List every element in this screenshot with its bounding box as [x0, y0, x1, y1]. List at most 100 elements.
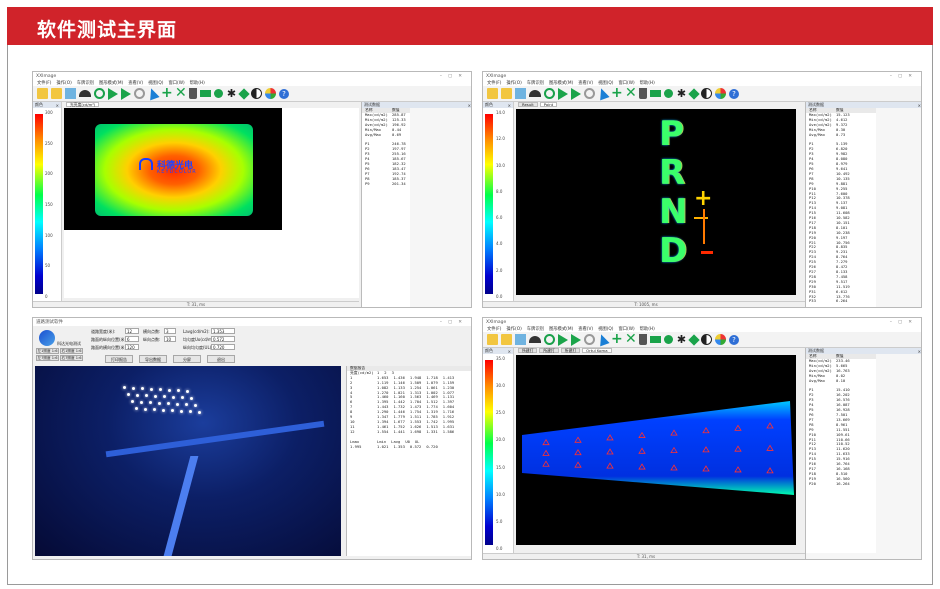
menu-item[interactable]: 查看(V) — [128, 80, 143, 86]
play-icon[interactable] — [558, 87, 568, 100]
menu-item[interactable]: 文件(F) — [487, 80, 501, 86]
menu-item[interactable]: 查看(V) — [578, 326, 593, 332]
menu-item[interactable]: 图形模式(M) — [99, 80, 123, 86]
menu-item[interactable]: 车牌识别 — [527, 80, 544, 86]
view-button[interactable]: 左1照度 1:6 — [36, 348, 59, 354]
menu-item[interactable]: 车牌识别 — [77, 80, 94, 86]
dot-icon[interactable] — [664, 335, 673, 344]
menu-item[interactable]: 图形模式(M) — [549, 326, 573, 332]
menu-item[interactable]: 操作(O) — [506, 80, 521, 86]
trash-icon[interactable] — [639, 88, 647, 99]
add-point-icon[interactable]: + — [611, 86, 623, 100]
star-icon[interactable]: ✱ — [676, 334, 687, 345]
contrast-icon[interactable] — [701, 88, 712, 99]
ring-icon[interactable] — [134, 88, 145, 99]
save-icon[interactable] — [65, 88, 76, 99]
window-controls[interactable]: –▢✕ — [440, 74, 468, 79]
circle-target-icon[interactable] — [544, 88, 555, 99]
window-controls[interactable]: –▢✕ — [890, 74, 918, 79]
menu-item[interactable]: 帮助(H) — [190, 80, 205, 86]
trash-icon[interactable] — [639, 334, 647, 345]
view-button[interactable]: 右1照度 1:6 — [60, 348, 83, 354]
delete-point-icon[interactable]: ✕ — [625, 332, 637, 346]
dot-icon[interactable] — [214, 89, 223, 98]
delete-point-icon[interactable]: ✕ — [175, 86, 187, 100]
menu-item[interactable]: 操作(O) — [506, 326, 521, 332]
open-folder-icon[interactable] — [51, 88, 62, 99]
contrast-icon[interactable] — [251, 88, 262, 99]
play-icon[interactable] — [558, 333, 568, 346]
cursor-icon[interactable] — [146, 86, 160, 101]
field-input[interactable]: 10 — [164, 336, 176, 342]
delete-point-icon[interactable]: ✕ — [625, 86, 637, 100]
rectangle-icon[interactable] — [650, 90, 661, 97]
ring-icon[interactable] — [584, 334, 595, 345]
star-icon[interactable]: ✱ — [676, 88, 687, 99]
menu-item[interactable]: 图形模式(M) — [549, 80, 573, 86]
color-wheel-icon[interactable] — [265, 88, 276, 99]
tab-3[interactable]: 所建打 — [560, 348, 581, 353]
window-controls[interactable]: –▢✕ — [440, 320, 468, 325]
field-input[interactable]: 12 — [125, 328, 139, 334]
menu-item[interactable]: 查看(V) — [578, 80, 593, 86]
field-input[interactable]: 120 — [125, 344, 139, 350]
folder-icon[interactable] — [37, 88, 48, 99]
step-play-icon[interactable] — [571, 333, 581, 346]
action-button[interactable]: 导出数据 — [139, 355, 167, 363]
dome-icon[interactable] — [529, 90, 541, 97]
tab-2[interactable]: 所建打 — [539, 348, 559, 353]
view-button[interactable]: 左7照度 1:6 — [36, 355, 59, 361]
step-play-icon[interactable] — [121, 87, 131, 100]
trash-icon[interactable] — [189, 88, 197, 99]
menu-item[interactable]: 文件(F) — [37, 80, 51, 86]
step-play-icon[interactable] — [571, 87, 581, 100]
save-icon[interactable] — [515, 334, 526, 345]
field-input[interactable]: 3 — [164, 328, 176, 334]
add-point-icon[interactable]: + — [611, 332, 623, 346]
tab-point[interactable]: Point — [539, 102, 558, 107]
cursor-icon[interactable] — [596, 86, 610, 101]
window-controls[interactable]: –▢✕ — [890, 320, 918, 325]
rectangle-icon[interactable] — [650, 336, 661, 343]
contrast-icon[interactable] — [701, 334, 712, 345]
menu-item[interactable]: 帮助(H) — [640, 326, 655, 332]
dome-icon[interactable] — [79, 90, 91, 97]
help-icon[interactable]: ? — [729, 88, 739, 99]
cursor-icon[interactable] — [596, 332, 610, 347]
menu-item[interactable]: 操作(O) — [56, 80, 71, 86]
diamond-icon[interactable] — [688, 87, 700, 100]
open-folder-icon[interactable] — [501, 334, 512, 345]
dome-icon[interactable] — [529, 336, 541, 343]
folder-icon[interactable] — [487, 88, 498, 99]
add-point-icon[interactable]: + — [161, 86, 173, 100]
diamond-icon[interactable] — [688, 333, 700, 346]
field-input[interactable]: 6 — [125, 336, 139, 342]
tab-luminance[interactable]: 光亮度(cd/m²) — [66, 102, 100, 107]
folder-icon[interactable] — [487, 334, 498, 345]
action-button[interactable]: 退出 — [207, 355, 235, 363]
tab-4[interactable]: Ortul Koma — [582, 348, 612, 353]
view-button[interactable]: 右7照度 1:6 — [60, 355, 83, 361]
diamond-icon[interactable] — [238, 87, 250, 100]
measurement-point — [186, 389, 189, 393]
play-icon[interactable] — [108, 87, 118, 100]
color-wheel-icon[interactable] — [715, 334, 726, 345]
help-icon[interactable]: ? — [279, 88, 289, 99]
dot-icon[interactable] — [664, 89, 673, 98]
tab-result[interactable]: Result — [518, 102, 538, 107]
save-icon[interactable] — [515, 88, 526, 99]
star-icon[interactable]: ✱ — [226, 88, 237, 99]
help-icon[interactable]: ? — [729, 334, 739, 345]
color-wheel-icon[interactable] — [715, 88, 726, 99]
menu-item[interactable]: 文件(F) — [487, 326, 501, 332]
action-button[interactable]: 打印报告 — [105, 355, 133, 363]
circle-target-icon[interactable] — [94, 88, 105, 99]
tab-1[interactable]: 所建打 — [518, 348, 538, 353]
circle-target-icon[interactable] — [544, 334, 555, 345]
rectangle-icon[interactable] — [200, 90, 211, 97]
action-button[interactable]: 分屏 — [173, 355, 201, 363]
open-folder-icon[interactable] — [501, 88, 512, 99]
menu-item[interactable]: 车牌识别 — [527, 326, 544, 332]
menu-item[interactable]: 帮助(H) — [640, 80, 655, 86]
ring-icon[interactable] — [584, 88, 595, 99]
